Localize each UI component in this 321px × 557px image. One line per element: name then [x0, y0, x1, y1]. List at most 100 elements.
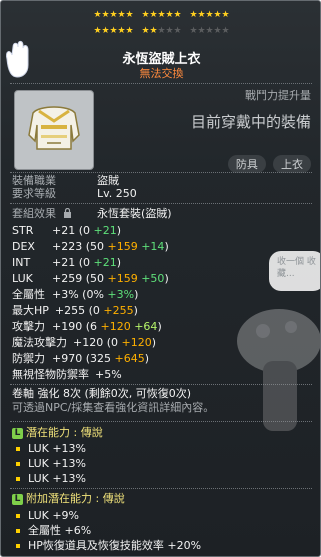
star-empty-icon: ★	[189, 26, 198, 36]
stat-value: +14	[137, 240, 165, 253]
stat-value: +21 (0	[52, 256, 94, 269]
divider	[10, 488, 312, 489]
stat-value: +64	[130, 320, 158, 333]
stat-name: INT	[12, 256, 31, 269]
combat-power-label: 戰鬥力提升量	[245, 89, 311, 102]
star-force-row-1: ★★★★★ ★★★★★ ★★★★★	[1, 10, 320, 20]
lock-icon	[63, 207, 71, 218]
divider	[10, 172, 312, 173]
star-group: ★★★★★	[94, 26, 134, 36]
tag-armor: 防具	[227, 155, 266, 173]
stat-value: +3% (0%	[52, 288, 108, 301]
star-filled-icon: ★	[197, 10, 206, 20]
star-filled-icon: ★	[101, 26, 110, 36]
star-empty-icon: ★	[165, 26, 174, 36]
stat-value: +159	[107, 240, 138, 253]
bullet-icon	[16, 514, 20, 518]
legendary-grade-icon: L	[12, 427, 23, 439]
divider	[10, 83, 312, 84]
potential-header: L 潛在能力 : 傳說	[12, 426, 103, 439]
stat-name: 無視怪物防禦率	[12, 368, 89, 381]
star-group: ★★★★★	[190, 26, 230, 36]
stat-line: 無視怪物防禦率 +5%	[12, 368, 122, 381]
star-filled-icon: ★	[149, 10, 158, 20]
star-filled-icon: ★	[221, 10, 230, 20]
star-filled-icon: ★	[205, 10, 214, 20]
req-job-label: 裝備職業	[12, 174, 56, 187]
stat-line: INT +21 (0 +21)	[12, 256, 121, 269]
bullet-icon	[16, 477, 20, 481]
stat-line: 最大HP +255 (0 +255)	[12, 304, 138, 317]
bullet-icon	[16, 462, 20, 466]
bullet-icon	[16, 544, 20, 548]
item-tags: 防具 上衣	[211, 153, 311, 173]
stat-name: 魔法攻擊力	[12, 336, 67, 349]
potential-line: LUK +13%	[16, 472, 86, 485]
stat-value: +190 (6	[52, 320, 101, 333]
star-group: ★★★★★	[142, 26, 182, 36]
req-level-label: 要求等級	[12, 187, 56, 200]
stat-value: +645	[114, 352, 145, 365]
star-empty-icon: ★	[205, 26, 214, 36]
stat-value: +159	[107, 272, 138, 285]
stat-value: +21	[93, 224, 117, 237]
stat-value: +255 (0	[54, 304, 104, 317]
star-filled-icon: ★	[125, 10, 134, 20]
stat-line: 攻擊力 +190 (6 +120 +64)	[12, 320, 162, 333]
star-filled-icon: ★	[117, 26, 126, 36]
stat-value: +223 (50	[52, 240, 108, 253]
stat-value: +259 (50	[52, 272, 108, 285]
star-filled-icon: ★	[101, 10, 110, 20]
stat-name: 攻擊力	[12, 320, 45, 333]
star-empty-icon: ★	[213, 26, 222, 36]
potential-line: LUK +13%	[16, 457, 86, 470]
star-filled-icon: ★	[213, 10, 222, 20]
stat-value: +120	[100, 320, 131, 333]
stat-line: STR +21 (0 +21)	[12, 224, 121, 237]
shirt-item-icon	[28, 106, 80, 150]
stat-value: +255	[103, 304, 134, 317]
star-filled-icon: ★	[157, 10, 166, 20]
star-force-row-2: ★★★★★ ★★★★★ ★★★★★	[1, 26, 320, 36]
stat-value: )	[151, 336, 157, 349]
star-empty-icon: ★	[173, 26, 182, 36]
set-effect-label: 套組效果	[12, 207, 72, 220]
stat-name: STR	[12, 224, 34, 237]
star-group: ★★★★★	[190, 10, 230, 20]
star-group: ★★★★★	[94, 10, 134, 20]
stat-value: )	[144, 352, 150, 365]
stat-value: +120 (0	[73, 336, 122, 349]
additional-potential-line: LUK +9%	[16, 509, 79, 522]
potential-line-text: LUK +13%	[28, 442, 87, 455]
additional-potential-line-text: 全屬性 +6%	[28, 524, 92, 537]
potential-line: LUK +13%	[16, 442, 86, 455]
star-filled-icon: ★	[149, 26, 158, 36]
additional-potential-title: 附加潛在能力 : 傳說	[26, 492, 125, 505]
stat-value: +21	[93, 256, 117, 269]
star-filled-icon: ★	[165, 10, 174, 20]
potential-title: 潛在能力 : 傳說	[26, 426, 103, 439]
stat-value: +21 (0	[52, 224, 94, 237]
upgrade-info: 卷軸 強化 8次 (剩餘0次, 可恢復0次)	[12, 387, 192, 400]
stat-name: 防禦力	[12, 352, 45, 365]
star-filled-icon: ★	[93, 26, 102, 36]
stat-value: +50	[137, 272, 165, 285]
star-filled-icon: ★	[117, 10, 126, 20]
star-filled-icon: ★	[141, 26, 150, 36]
stat-name: DEX	[12, 240, 35, 253]
current-equip-note: 目前穿戴中的裝備	[190, 113, 311, 131]
stat-name: 全屬性	[12, 288, 45, 301]
set-name: 永恆套裝(盜賊)	[97, 207, 172, 220]
additional-potential-line-text: LUK +9%	[28, 509, 80, 522]
star-filled-icon: ★	[125, 26, 134, 36]
stat-line: 全屬性 +3% (0% +3%)	[12, 288, 138, 301]
stat-value: +970 (325	[52, 352, 115, 365]
stat-name: 最大HP	[12, 304, 49, 317]
bullet-icon	[16, 447, 20, 451]
set-effect-label-text: 套組效果	[12, 207, 56, 220]
star-empty-icon: ★	[221, 26, 230, 36]
additional-potential-line: 全屬性 +6%	[16, 524, 91, 537]
star-filled-icon: ★	[189, 10, 198, 20]
stat-value: )	[116, 256, 122, 269]
star-filled-icon: ★	[141, 10, 150, 20]
